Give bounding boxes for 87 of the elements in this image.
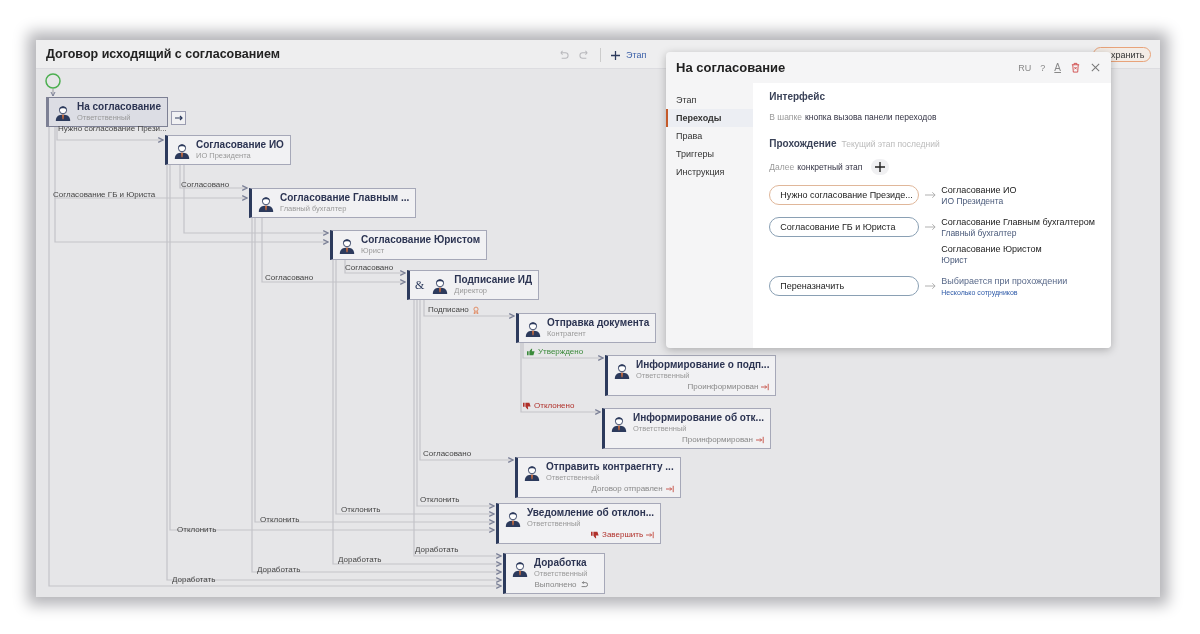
trash-icon[interactable]: [1070, 62, 1081, 73]
transition-label: Согласовано: [423, 449, 472, 459]
person-icon: [610, 414, 628, 432]
section-heading: Прохождение: [769, 138, 837, 149]
person-icon: [54, 103, 72, 121]
stage-title: Согласование Главным ...: [280, 192, 410, 204]
arrow-right-icon: [925, 191, 937, 199]
panel-title: На согласование: [676, 60, 786, 75]
target-role: Юрист: [941, 255, 969, 266]
add-stage-button[interactable]: Этап: [611, 50, 647, 60]
person-icon: [511, 559, 529, 577]
arrow-right-icon: [925, 223, 937, 231]
stage-title: Уведомление об отклон...: [527, 507, 655, 519]
person-icon: [338, 236, 356, 254]
setting-value[interactable]: конкретный этап: [797, 162, 863, 172]
target-role: ИО Президента: [941, 196, 1005, 207]
person-icon: [431, 276, 450, 294]
panel-tab[interactable]: Инструкция: [666, 163, 754, 181]
person-icon: [257, 194, 275, 212]
target-role: Главный бухгалтер: [941, 228, 1018, 239]
stage-title: Согласование ИО: [196, 139, 284, 151]
plus-icon: [611, 50, 620, 60]
section-heading: Интерфейс: [769, 91, 826, 102]
transition-label: Отклонить: [260, 515, 300, 525]
transition-label: Согласовано: [265, 273, 314, 283]
transition-label: Доработать: [338, 555, 382, 565]
setting-value[interactable]: кнопка вызова панели переходов: [805, 112, 937, 122]
setting-label: Далее: [769, 162, 795, 172]
transition-button[interactable]: Нужно согласование Президе...: [769, 185, 920, 205]
person-icon: [524, 319, 542, 337]
target-stage: Выбирается при прохождении: [941, 276, 1068, 287]
stage-title: На согласование: [77, 101, 162, 113]
target-stage: Согласование ИО: [941, 185, 1017, 196]
person-icon: [173, 141, 191, 159]
arrow-right-icon: [173, 113, 184, 123]
transition-label: Утверждено: [538, 347, 584, 357]
thumbs-down-icon: [591, 531, 600, 539]
exit-icon: [761, 383, 770, 391]
stage-title: Отправка документа: [547, 317, 650, 329]
person-icon: [613, 361, 631, 379]
transition-label: Согласовано: [181, 180, 230, 190]
connector-line: [50, 88, 56, 97]
setting-label: В шапке: [769, 112, 803, 122]
transition-label: Доработать: [257, 565, 301, 575]
transitions-button[interactable]: [171, 111, 186, 125]
stage-title: Информирование о подп...: [636, 359, 770, 371]
stage-title: Отправить контраегнту ...: [546, 461, 674, 473]
transition-label: Согласовано: [345, 263, 394, 273]
transition-button[interactable]: Переназначить: [769, 276, 920, 296]
thumbs-up-icon: [527, 348, 535, 356]
help-button[interactable]: ?: [1040, 62, 1046, 73]
transition-label: Отклонить: [341, 505, 381, 515]
person-icon: [523, 463, 541, 481]
target-stage: Согласование Главным бухгалтером: [941, 217, 1095, 228]
transition-label: Отклонить: [177, 525, 217, 535]
person-icon: [504, 509, 522, 527]
transition-label: Доработать: [415, 545, 459, 555]
add-button[interactable]: [871, 159, 890, 175]
panel-tab[interactable]: Права: [666, 127, 754, 145]
transition-button[interactable]: Согласование ГБ и Юриста: [769, 217, 920, 237]
transition-label: Согласование ГБ и Юриста: [53, 190, 156, 200]
start-node: [45, 73, 61, 89]
transition-label: Подписано: [428, 305, 469, 315]
diagram-title: Договор исходящий с согласованием: [46, 47, 280, 61]
panel-tab[interactable]: Этап: [666, 91, 754, 109]
exit-icon: [665, 485, 674, 493]
panel-tab[interactable]: Триггеры: [666, 145, 754, 163]
transition-label: Отклонить: [420, 495, 460, 505]
panel-tab[interactable]: Переходы: [666, 109, 754, 127]
transition-label: Доработать: [172, 575, 216, 585]
stage-title: Согласование Юристом: [361, 234, 481, 246]
section-hint: Текущий этап последний: [841, 139, 940, 149]
close-icon[interactable]: [1090, 62, 1101, 73]
plus-icon: [875, 162, 886, 172]
ribbon-icon: [471, 306, 480, 314]
join-mark: &: [415, 277, 425, 293]
transition-label: Отклонено: [534, 401, 575, 411]
target-stage: Согласование Юристом: [941, 244, 1043, 255]
stage-title: Доработка: [534, 557, 588, 569]
action-label[interactable]: Завершить: [602, 530, 644, 540]
stage-title: Информирование об отк...: [633, 412, 764, 424]
arrow-right-icon: [925, 282, 937, 290]
exit-icon: [755, 436, 764, 444]
thumbs-down-icon: [523, 402, 531, 410]
return-icon: [579, 581, 588, 589]
stage-title: Подписание ИД: [454, 274, 533, 286]
exit-icon: [646, 531, 655, 539]
